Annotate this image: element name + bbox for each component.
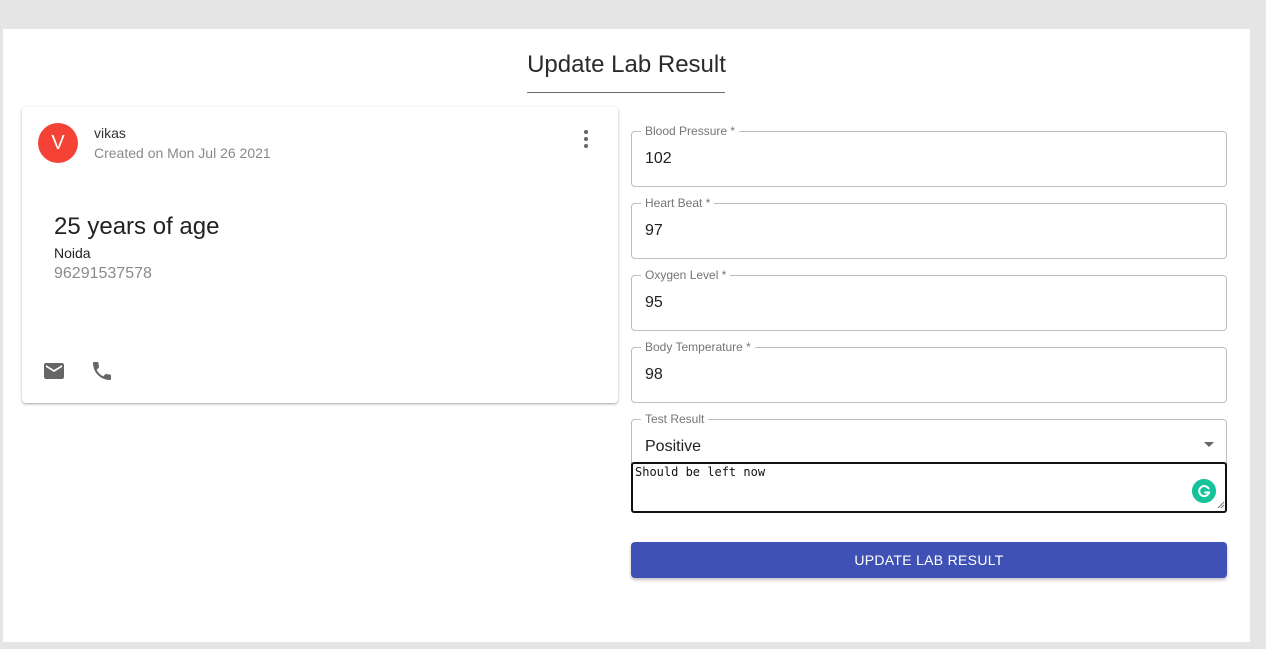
more-vert-icon[interactable]: [578, 127, 594, 151]
blood-pressure-value[interactable]: 102: [645, 150, 672, 168]
grammarly-icon[interactable]: [1192, 479, 1216, 503]
dropdown-arrow-icon[interactable]: [1204, 442, 1214, 447]
heart-beat-field[interactable]: Heart Beat * 97: [631, 196, 1227, 259]
blood-pressure-field[interactable]: Blood Pressure * 102: [631, 124, 1227, 187]
test-result-value[interactable]: Positive: [645, 438, 701, 456]
mail-icon[interactable]: [42, 359, 66, 383]
avatar: V: [38, 123, 78, 163]
oxygen-level-field[interactable]: Oxygen Level * 95: [631, 268, 1227, 331]
body-temperature-label: Body Temperature *: [641, 340, 755, 354]
blood-pressure-label: Blood Pressure *: [641, 124, 740, 138]
patient-age: 25 years of age: [54, 213, 220, 240]
resize-grip-icon[interactable]: [1217, 501, 1225, 509]
notes-textarea[interactable]: Should be left now: [631, 462, 1227, 513]
patient-name: vikas: [94, 125, 126, 141]
body-temperature-value[interactable]: 98: [645, 366, 663, 384]
oxygen-level-label: Oxygen Level *: [641, 268, 731, 282]
update-lab-result-button[interactable]: UPDATE LAB RESULT: [631, 542, 1227, 578]
heart-beat-value[interactable]: 97: [645, 222, 663, 240]
heart-beat-label: Heart Beat *: [641, 196, 715, 210]
oxygen-level-value[interactable]: 95: [645, 294, 663, 312]
created-date: Created on Mon Jul 26 2021: [94, 145, 271, 161]
patient-phone: 96291537578: [54, 265, 152, 282]
patient-city: Noida: [54, 245, 91, 261]
test-result-label: Test Result: [641, 412, 709, 426]
phone-icon[interactable]: [90, 359, 114, 383]
patient-card: V vikas Created on Mon Jul 26 2021 25 ye…: [22, 107, 618, 403]
body-temperature-field[interactable]: Body Temperature * 98: [631, 340, 1227, 403]
title-underline: [527, 92, 725, 93]
page-title: Update Lab Result: [527, 51, 726, 78]
